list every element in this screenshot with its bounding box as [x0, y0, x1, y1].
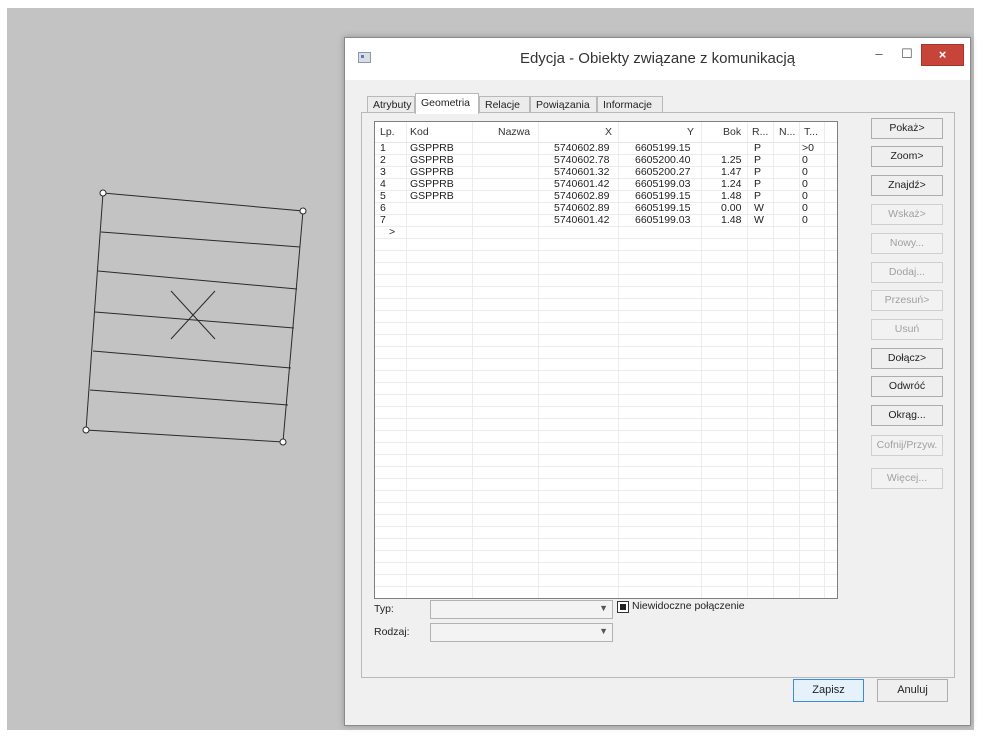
table-cell: 1.47	[721, 166, 742, 178]
tab-informacje[interactable]: Informacje	[597, 96, 663, 113]
col-x[interactable]: X	[605, 122, 612, 142]
table-cell: GSPPRB	[410, 154, 454, 166]
col-t[interactable]: T...	[804, 122, 818, 142]
table-cell: 0	[802, 166, 808, 178]
tab-powiazania[interactable]: Powiązania	[530, 96, 597, 113]
table-cell: GSPPRB	[410, 190, 454, 202]
table-cell: 1.24	[721, 178, 742, 190]
table-cell: 5740601.42	[554, 214, 610, 226]
col-kod[interactable]: Kod	[410, 122, 429, 142]
save-button[interactable]: Zapisz	[793, 679, 864, 702]
table-cell: 0	[802, 154, 808, 166]
side-button-6[interactable]: Przesuń>	[871, 290, 943, 311]
geometry-table[interactable]: Lp. Kod Nazwa X Y Bok R... N... T... 1 GS…	[374, 121, 838, 599]
vertex-handle[interactable]	[99, 189, 107, 197]
side-button-1[interactable]: Zoom>	[871, 146, 943, 167]
side-button-7[interactable]: Usuń	[871, 319, 943, 340]
col-lp[interactable]: Lp.	[380, 122, 395, 142]
table-cell: 6605199.15	[635, 202, 691, 214]
table-cell: GSPPRB	[410, 178, 454, 190]
table-cell: P	[754, 142, 762, 154]
table-cell: 2	[380, 154, 386, 166]
table-cell: 6605200.27	[635, 166, 691, 178]
table-cell: 1.48	[721, 214, 742, 226]
table-cell: 1.25	[721, 154, 742, 166]
table-cell: 5740602.89	[554, 142, 610, 154]
table-cell: 0	[802, 190, 808, 202]
table-cell: 0.00	[721, 202, 742, 214]
table-cell: 6605199.03	[635, 178, 691, 190]
table-header: Lp. Kod Nazwa X Y Bok R... N... T...	[375, 122, 837, 143]
typ-select[interactable]: ▼	[430, 600, 613, 619]
drawn-polygon[interactable]	[85, 192, 304, 443]
chevron-down-icon: ▼	[599, 626, 608, 636]
tab-geometria[interactable]: Geometria	[415, 93, 479, 114]
table-cell: 0	[802, 202, 808, 214]
rodzaj-select[interactable]: ▼	[430, 623, 613, 642]
col-nazwa[interactable]: Nazwa	[498, 122, 530, 142]
edit-dialog: Edycja - Obiekty związane z komunikacją …	[344, 37, 971, 726]
close-button[interactable]: ×	[921, 44, 964, 66]
table-cell: GSPPRB	[410, 142, 454, 154]
tab-atrybuty[interactable]: Atrybuty	[367, 96, 415, 113]
vertex-handle[interactable]	[279, 438, 287, 446]
table-cell: P	[754, 178, 762, 190]
table-cell: 0	[802, 214, 808, 226]
table-cell: P	[754, 154, 762, 166]
table-cell: 3	[380, 166, 386, 178]
table-cell: 5740602.78	[554, 154, 610, 166]
side-button-11[interactable]: Cofnij/Przyw.	[871, 435, 943, 456]
table-cell: W	[754, 214, 764, 226]
table-cell: 6605199.15	[635, 190, 691, 202]
table-cell: W	[754, 202, 764, 214]
col-r[interactable]: R...	[752, 122, 768, 142]
table-cell: 6605199.03	[635, 214, 691, 226]
tab-relacje[interactable]: Relacje	[479, 96, 530, 113]
table-cell: 5740601.42	[554, 178, 610, 190]
col-bok[interactable]: Bok	[723, 122, 741, 142]
empty-row	[375, 586, 837, 598]
table-cell: 6605199.15	[635, 142, 691, 154]
table-cell: 5740601.32	[554, 166, 610, 178]
table-cell: 6	[380, 202, 386, 214]
typ-label: Typ:	[374, 603, 394, 615]
side-button-2[interactable]: Znajdź>	[871, 175, 943, 196]
new-row-marker: >	[389, 226, 396, 238]
table-cell: 5740602.89	[554, 190, 610, 202]
side-button-5[interactable]: Dodaj...	[871, 262, 943, 283]
invisible-connection-checkbox[interactable]	[617, 601, 629, 613]
invisible-connection-label[interactable]: Niewidoczne połączenie	[632, 600, 745, 612]
table-cell: 0	[802, 178, 808, 190]
table-cell: 5740602.89	[554, 202, 610, 214]
geometry-panel: Lp. Kod Nazwa X Y Bok R... N... T... 1 GS…	[361, 112, 955, 678]
table-cell: P	[754, 190, 762, 202]
col-y[interactable]: Y	[687, 122, 694, 142]
side-button-4[interactable]: Nowy...	[871, 233, 943, 254]
col-n[interactable]: N...	[779, 122, 795, 142]
table-cell: 1.48	[721, 190, 742, 202]
cancel-button[interactable]: Anuluj	[877, 679, 948, 702]
title-bar[interactable]: Edycja - Obiekty związane z komunikacją …	[345, 38, 970, 80]
side-button-3[interactable]: Wskaż>	[871, 204, 943, 225]
side-button-10[interactable]: Okrąg...	[871, 405, 943, 426]
maximize-button[interactable]: ☐	[894, 44, 920, 64]
table-cell: 5	[380, 190, 386, 202]
chevron-down-icon: ▼	[599, 603, 608, 613]
table-cell: 6605200.40	[635, 154, 691, 166]
minimize-button[interactable]: –	[866, 44, 892, 64]
table-cell: 1	[380, 142, 386, 154]
table-cell: P	[754, 166, 762, 178]
side-button-9[interactable]: Odwróć	[871, 376, 943, 397]
side-button-0[interactable]: Pokaż>	[871, 118, 943, 139]
vertex-handle[interactable]	[82, 426, 90, 434]
table-cell: 4	[380, 178, 386, 190]
table-cell: 7	[380, 214, 386, 226]
table-cell: GSPPRB	[410, 166, 454, 178]
table-cell: >0	[802, 142, 814, 154]
vertex-handle[interactable]	[299, 207, 307, 215]
rodzaj-label: Rodzaj:	[374, 626, 410, 638]
side-button-8[interactable]: Dołącz>	[871, 348, 943, 369]
side-button-12[interactable]: Więcej...	[871, 468, 943, 489]
